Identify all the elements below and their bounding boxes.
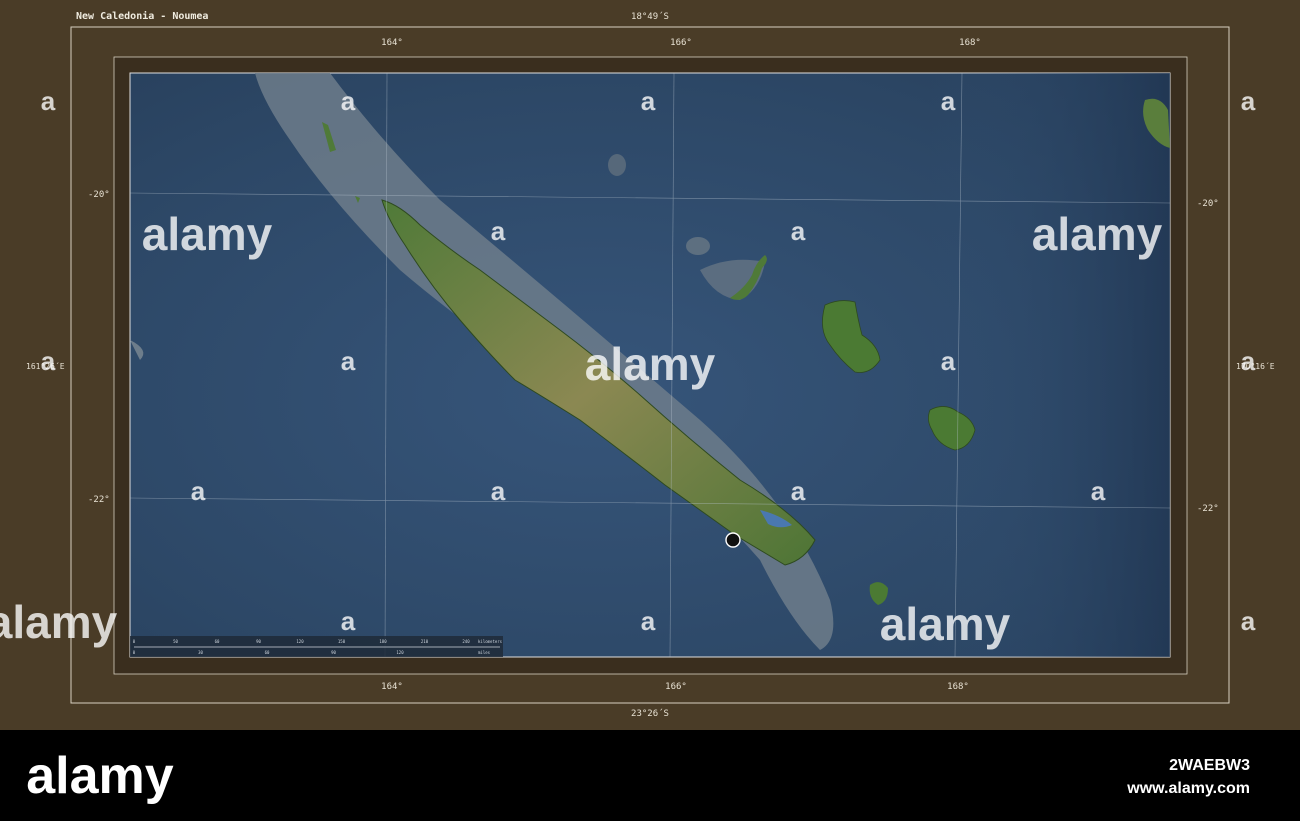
watermark-glyph: a: [341, 606, 356, 636]
map-canvas: New Caledonia - Noumea 18°49´S 23°26´S 1…: [0, 0, 1300, 821]
footer-url: www.alamy.com: [1126, 780, 1250, 797]
watermark-glyph: a: [341, 346, 356, 376]
scale-bar: 0 50 60 90 120 150 180 210 240 0 30 60 90 120 kilome…: [130, 636, 503, 657]
scale-km-tick: 50: [173, 639, 178, 644]
lon-tick-bottom: 164°: [381, 682, 403, 692]
scale-km-unit: kilometers: [478, 639, 503, 644]
bound-top-label: 18°49´S: [631, 11, 669, 22]
watermark-glyph: a: [1241, 346, 1256, 376]
lat-tick-right: -20°: [1197, 199, 1219, 209]
watermark-brand: alamy: [585, 338, 716, 390]
lon-tick-bottom: 168°: [947, 682, 969, 692]
scale-mi-tick: 30: [198, 650, 203, 655]
watermark-brand: alamy: [0, 596, 118, 648]
bound-bottom-label: 23°26´S: [631, 708, 669, 719]
watermark-brand: alamy: [1032, 208, 1163, 260]
watermark-glyph: a: [41, 346, 56, 376]
footer-bar: [0, 730, 1300, 821]
reef-patch: [608, 154, 626, 176]
watermark-glyph: a: [641, 606, 656, 636]
reef-patch: [686, 237, 710, 255]
watermark-glyph: a: [1241, 606, 1256, 636]
watermark-glyph: a: [791, 476, 806, 506]
watermark-glyph: a: [41, 86, 56, 116]
watermark-glyph: a: [1091, 476, 1106, 506]
scale-km-tick: 60: [215, 639, 220, 644]
scale-mi-tick: 120: [396, 650, 404, 655]
scale-km-tick: 90: [256, 639, 261, 644]
watermark-glyph: a: [491, 216, 506, 246]
scale-km-tick: 240: [462, 639, 470, 644]
lat-tick-left: -20°: [88, 190, 110, 200]
scale-mi-unit: miles: [478, 650, 491, 655]
scale-km-tick: 180: [379, 639, 387, 644]
watermark-glyph: a: [491, 476, 506, 506]
scale-km-tick: 120: [296, 639, 304, 644]
lon-tick-top: 168°: [959, 38, 981, 48]
capital-dot[interactable]: [725, 532, 741, 548]
scale-mi-tick: 90: [331, 650, 336, 655]
watermark-glyph: a: [341, 86, 356, 116]
footer-brand-logo: alamy: [26, 747, 174, 805]
watermark-glyph: a: [941, 86, 956, 116]
watermark-glyph: a: [641, 86, 656, 116]
lat-tick-left: -22°: [88, 495, 110, 505]
watermark-glyph: a: [941, 346, 956, 376]
scale-km-tick: 210: [421, 639, 429, 644]
lon-tick-bottom: 166°: [665, 682, 687, 692]
lat-tick-right: -22°: [1197, 504, 1219, 514]
map-title: New Caledonia - Noumea: [76, 10, 208, 22]
footer-image-id: 2WAEBW3: [1169, 757, 1250, 774]
watermark-glyph: a: [1241, 86, 1256, 116]
watermark-glyph: a: [191, 476, 206, 506]
watermark-glyph: a: [791, 216, 806, 246]
watermark-brand: alamy: [142, 208, 273, 260]
lon-tick-top: 166°: [670, 38, 692, 48]
scale-mi-tick: 60: [265, 650, 270, 655]
watermark-brand: alamy: [880, 598, 1011, 650]
deep-trench: [930, 73, 1170, 657]
scale-km-tick: 150: [338, 639, 346, 644]
lon-tick-top: 164°: [381, 38, 403, 48]
